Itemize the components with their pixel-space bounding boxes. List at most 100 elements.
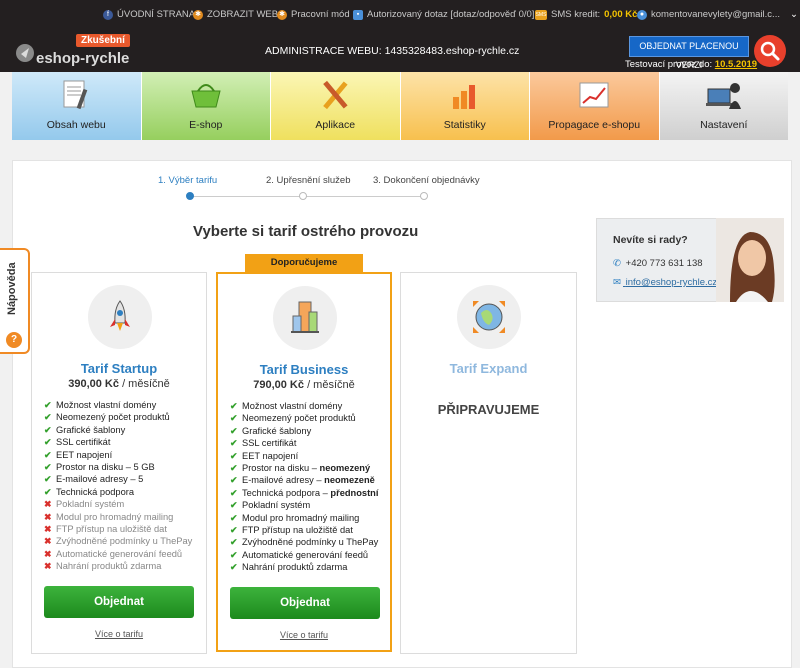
feature-item: ✖ FTP přístup na uložiště dat (44, 523, 167, 534)
check-icon: ✔ (44, 437, 52, 448)
order-steps: 1. Výběr tarifu 2. Upřesnění služeb 3. D… (158, 175, 480, 205)
bar-chart-icon (452, 85, 475, 109)
feature-item: ✔ Neomezený počet produktů (230, 413, 356, 424)
trial-date: 10.5.2019 (714, 59, 758, 70)
feature-item: ✔ Technická podpora – přednostní (230, 487, 379, 498)
feature-list: ✔ Možnost vlastní domény ✔ Neomezený počet … (44, 399, 192, 572)
feature-item: ✔ Modul pro hromadný mailing (230, 512, 360, 523)
check-icon: ✔ (230, 475, 238, 486)
trial-badge: Zkušební (76, 34, 130, 47)
more-about-startup-link[interactable]: Více o tarifu (32, 629, 206, 639)
user-menu[interactable]: ● komentovanevylety@gmail.c... ⌄ (637, 9, 798, 20)
step-1-dot (186, 192, 194, 200)
feature-item: ✔ E-mailové adresy – neomezeně (230, 475, 375, 486)
sun-icon: ✱ (193, 9, 203, 20)
search-icon (760, 41, 780, 61)
nav-tile-content[interactable]: Obsah webu (12, 72, 142, 140)
feature-item: ✔ Neomezený počet produktů (44, 412, 170, 423)
growth-chart-icon (579, 82, 609, 108)
trial-expiry: Testovací provoz do: 10.5.2019 (625, 59, 758, 70)
logo-text: eshop-rychle (36, 50, 130, 67)
help-label: Nápověda (6, 262, 18, 315)
check-icon: ✔ (230, 537, 238, 548)
feature-item: ✔ Možnost vlastní domény (44, 400, 157, 410)
feature-item: ✔ Grafické šablony (44, 424, 126, 435)
plan-price: 390,00 Kč / měsíčně (68, 378, 170, 390)
nav-tile-promotion[interactable]: Propagace e-shopu (530, 72, 660, 140)
cross-icon: ✖ (44, 523, 52, 534)
nav-tile-label: Propagace e-shopu (548, 119, 641, 131)
chat-icon: ▪ (353, 9, 363, 20)
sms-icon: SMS (535, 9, 547, 20)
check-icon: ✔ (44, 486, 52, 497)
plan-icon-bg (88, 285, 152, 349)
check-icon: ✔ (230, 425, 238, 436)
check-icon: ✔ (230, 438, 238, 449)
check-icon: ✔ (230, 462, 238, 473)
show-web-link[interactable]: ✱ ZOBRAZIT WEB (193, 9, 278, 20)
check-icon: ✔ (230, 413, 238, 424)
check-icon: ✔ (44, 449, 52, 460)
plan-icon-bg (273, 286, 337, 350)
feature-item: ✖ Zvýhodněné podmínky u ThePay (44, 536, 193, 547)
nav-tile-label: Nastavení (700, 119, 748, 131)
user-laptop-icon (705, 83, 741, 109)
feature-item: ✖ Nahrání produktů zdarma (44, 561, 162, 572)
building-icon (291, 301, 319, 333)
feature-list: ✔ Možnost vlastní domény ✔ Neomezený počet … (230, 400, 378, 573)
step-1[interactable]: 1. Výběr tarifu (158, 175, 217, 186)
check-icon: ✔ (230, 487, 238, 498)
home-link[interactable]: f ÚVODNÍ STRANA (103, 9, 195, 20)
cross-icon: ✖ (44, 548, 52, 559)
nav-tile-eshop[interactable]: E-shop (141, 72, 271, 140)
cross-icon: ✖ (44, 511, 52, 522)
advice-email[interactable]: ✉ info@eshop-rychle.cz (613, 277, 717, 288)
feature-item: ✔ Grafické šablony (230, 425, 312, 436)
sms-credit[interactable]: SMS SMS kredit: 0,00 Kč (535, 9, 637, 20)
search-button[interactable] (754, 35, 786, 67)
nav-tile-label: Statistiky (443, 119, 486, 131)
plan-icon-bg (457, 285, 521, 349)
order-startup-button[interactable]: Objednat (44, 586, 194, 618)
logo-icon (16, 44, 34, 62)
more-about-business-link[interactable]: Více o tarifu (218, 630, 390, 640)
cross-icon: ✖ (44, 536, 52, 547)
feature-item: ✔ Technická podpora (44, 486, 135, 497)
check-icon: ✔ (230, 500, 238, 511)
cross-icon: ✖ (44, 561, 52, 572)
feature-item: ✖ Automatické generování feedů (44, 548, 183, 559)
nav-tile-settings[interactable]: Nastavení (659, 72, 788, 140)
feature-item: ✔ Pokladní systém (230, 500, 311, 511)
nav-tile-stats[interactable]: Statistiky (400, 72, 530, 140)
feature-item: ✔ Zvýhodněné podmínky u ThePay (230, 537, 379, 548)
globe-icon (473, 301, 505, 333)
feature-item: ✔ SSL certifikát (230, 438, 297, 449)
order-business-button[interactable]: Objednat (230, 587, 380, 619)
feature-item: ✔ E-mailové adresy – 5 (44, 474, 144, 485)
nav-tile-apps[interactable]: Aplikace (271, 72, 401, 140)
plan-card-business: Tarif Business 790,00 Kč / měsíčně ✔ Možn… (216, 272, 392, 652)
logo[interactable]: Zkušební eshop-rychle (14, 32, 134, 68)
feature-item: ✔ SSL certifikát (44, 437, 111, 448)
support-avatar (716, 218, 784, 302)
mail-icon: ✉ (613, 277, 621, 288)
plan-price: 790,00 Kč / měsíčně (253, 379, 355, 391)
authorized-query-link[interactable]: ▪ Autorizovaný dotaz [dotaz/odpověď 0/0] (353, 9, 534, 20)
step-2-dot (299, 192, 307, 200)
tools-icon (323, 80, 348, 110)
help-tab[interactable]: Nápověda ? (0, 248, 30, 354)
basket-icon (191, 84, 221, 108)
check-icon: ✔ (44, 461, 52, 472)
feature-item: ✖ Pokladní systém (44, 499, 125, 510)
feature-item: ✔ Nahrání produktů zdarma (230, 562, 348, 573)
plan-name: Tarif Startup (80, 361, 158, 376)
check-icon: ✔ (44, 400, 52, 410)
order-paid-version-button[interactable]: OBJEDNAT PLACENOU VERZI (629, 36, 749, 70)
step-3: 3. Dokončení objednávky (373, 175, 480, 186)
check-icon: ✔ (44, 424, 52, 435)
step-2: 2. Upřesnění služeb (266, 175, 351, 186)
top-bar: f ÚVODNÍ STRANA ✱ ZOBRAZIT WEB ✱ Pracovn… (0, 0, 800, 28)
work-mode-link[interactable]: ✱ Pracovní mód (277, 9, 350, 20)
feature-item: ✔ Prostor na disku – 5 GB (44, 461, 155, 472)
cross-icon: ✖ (44, 499, 52, 510)
